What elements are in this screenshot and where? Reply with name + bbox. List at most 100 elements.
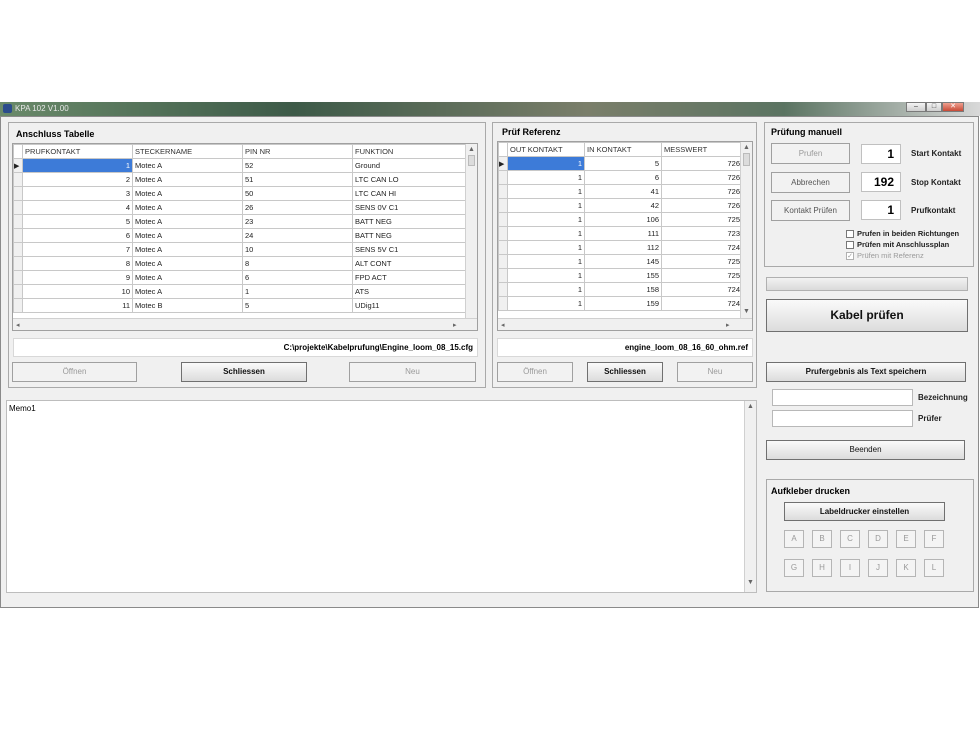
col-pin-nr[interactable]: PIN NR (242, 144, 353, 159)
table-cell[interactable]: 52 (242, 158, 353, 173)
anschluss-vscrollbar[interactable]: ▲ (465, 144, 477, 318)
table-cell[interactable]: 158 (584, 282, 662, 297)
table-cell[interactable]: 6 (584, 170, 662, 185)
table-cell[interactable]: Motec A (132, 158, 243, 173)
referenz-close-button[interactable]: Schliessen (587, 362, 663, 382)
table-cell[interactable]: 51 (242, 172, 353, 187)
pruefer-input[interactable] (772, 410, 913, 427)
window-titlebar[interactable] (0, 102, 980, 116)
table-cell[interactable]: 1 (507, 170, 585, 185)
start-kontakt-input[interactable]: 1 (861, 144, 901, 164)
table-cell[interactable]: ATS (352, 284, 470, 299)
scroll-right-icon[interactable]: ▸ (726, 321, 730, 329)
table-cell[interactable]: 5 (22, 214, 133, 229)
scroll-left-icon[interactable]: ◂ (501, 321, 505, 329)
table-cell[interactable]: 723 (661, 226, 743, 241)
table-cell[interactable]: 1 (507, 254, 585, 269)
prufkontakt-input[interactable]: 1 (861, 200, 901, 220)
table-cell[interactable]: BATT NEG (352, 228, 470, 243)
table-cell[interactable]: 10 (242, 242, 353, 257)
table-cell[interactable]: 726 (661, 156, 743, 171)
check-referenz[interactable]: ✓ (846, 252, 854, 260)
table-cell[interactable]: 2 (22, 172, 133, 187)
kabel-pruefen-button[interactable]: Kabel prüfen (766, 299, 968, 332)
table-cell[interactable]: Motec A (132, 172, 243, 187)
table-cell[interactable]: 1 (22, 158, 133, 173)
table-row[interactable]: 2 Motec A 51 LTC CAN LO (13, 172, 470, 187)
table-row[interactable]: 1 155 725 (498, 268, 743, 283)
label-button-f[interactable]: F (924, 530, 944, 548)
table-cell[interactable]: 4 (22, 200, 133, 215)
stop-kontakt-input[interactable]: 192 (861, 172, 901, 192)
col-steckername[interactable]: STECKERNAME (132, 144, 243, 159)
pruefen-button[interactable]: Prufen (771, 143, 850, 164)
table-cell[interactable]: Motec A (132, 256, 243, 271)
referenz-hscrollbar[interactable]: ◂ ▸ (498, 318, 752, 330)
table-row[interactable]: ▶ 1 5 726 (498, 156, 743, 171)
referenz-grid[interactable]: OUT KONTAKT IN KONTAKT MESSWERT ▶ 1 5 726 1 6… (497, 141, 753, 331)
table-row[interactable]: 1 112 724 (498, 240, 743, 255)
table-cell[interactable]: 112 (584, 240, 662, 255)
scroll-left-icon[interactable]: ◂ (16, 321, 20, 329)
table-cell[interactable]: Motec A (132, 186, 243, 201)
table-cell[interactable]: 145 (584, 254, 662, 269)
table-cell[interactable]: SENS 0V C1 (352, 200, 470, 215)
table-row[interactable]: 6 Motec A 24 BATT NEG (13, 228, 470, 243)
table-cell[interactable]: 23 (242, 214, 353, 229)
table-cell[interactable]: 726 (661, 184, 743, 199)
anschluss-grid[interactable]: PRUFKONTAKT STECKERNAME PIN NR FUNKTION … (12, 143, 478, 331)
scroll-up-icon[interactable]: ▲ (466, 146, 477, 153)
scroll-thumb[interactable] (743, 153, 750, 166)
table-cell[interactable]: 725 (661, 268, 743, 283)
table-row[interactable]: 1 6 726 (498, 170, 743, 185)
label-button-j[interactable]: J (868, 559, 888, 577)
table-row[interactable]: 3 Motec A 50 LTC CAN HI (13, 186, 470, 201)
col-funktion[interactable]: FUNKTION (352, 144, 470, 159)
table-row[interactable]: 4 Motec A 26 SENS 0V C1 (13, 200, 470, 215)
table-cell[interactable]: 726 (661, 198, 743, 213)
table-cell[interactable]: Motec A (132, 228, 243, 243)
table-cell[interactable]: LTC CAN LO (352, 172, 470, 187)
table-cell[interactable]: FPD ACT (352, 270, 470, 285)
table-row[interactable]: 1 41 726 (498, 184, 743, 199)
table-cell[interactable]: Motec A (132, 214, 243, 229)
memo-vscrollbar[interactable]: ▲ ▼ (744, 401, 756, 592)
scroll-up-icon[interactable]: ▲ (741, 144, 752, 151)
table-cell[interactable]: 159 (584, 296, 662, 311)
table-cell[interactable]: 6 (22, 228, 133, 243)
table-cell[interactable]: 10 (22, 284, 133, 299)
scroll-down-icon[interactable]: ▼ (747, 579, 754, 586)
table-cell[interactable]: 11 (22, 298, 133, 313)
col-prufkontakt[interactable]: PRUFKONTAKT (22, 144, 133, 159)
table-cell[interactable]: 111 (584, 226, 662, 241)
minimize-button[interactable]: – (906, 102, 926, 112)
table-cell[interactable]: 724 (661, 282, 743, 297)
table-cell[interactable]: 3 (22, 186, 133, 201)
label-button-h[interactable]: H (812, 559, 832, 577)
table-cell[interactable]: 1 (507, 268, 585, 283)
table-cell[interactable]: 50 (242, 186, 353, 201)
table-row[interactable]: 1 106 725 (498, 212, 743, 227)
col-out-kontakt[interactable]: OUT KONTAKT (507, 142, 585, 157)
label-button-a[interactable]: A (784, 530, 804, 548)
table-cell[interactable]: 725 (661, 254, 743, 269)
table-cell[interactable]: 26 (242, 200, 353, 215)
check-anschlussplan[interactable] (846, 241, 854, 249)
close-window-button[interactable]: ✕ (942, 102, 964, 112)
table-cell[interactable]: SENS 5V C1 (352, 242, 470, 257)
table-cell[interactable]: 1 (507, 240, 585, 255)
table-cell[interactable]: 7 (22, 242, 133, 257)
table-cell[interactable]: 5 (584, 156, 662, 171)
bezeichnung-input[interactable] (772, 389, 913, 406)
table-cell[interactable]: Motec A (132, 242, 243, 257)
table-cell[interactable]: Motec B (132, 298, 243, 313)
table-cell[interactable]: 41 (584, 184, 662, 199)
table-cell[interactable]: 1 (507, 226, 585, 241)
table-cell[interactable]: Motec A (132, 200, 243, 215)
table-row[interactable]: 1 158 724 (498, 282, 743, 297)
scroll-up-icon[interactable]: ▲ (745, 403, 756, 410)
table-cell[interactable]: 724 (661, 240, 743, 255)
col-in-kontakt[interactable]: IN KONTAKT (584, 142, 662, 157)
table-cell[interactable]: 1 (507, 198, 585, 213)
scroll-thumb[interactable] (468, 155, 475, 166)
